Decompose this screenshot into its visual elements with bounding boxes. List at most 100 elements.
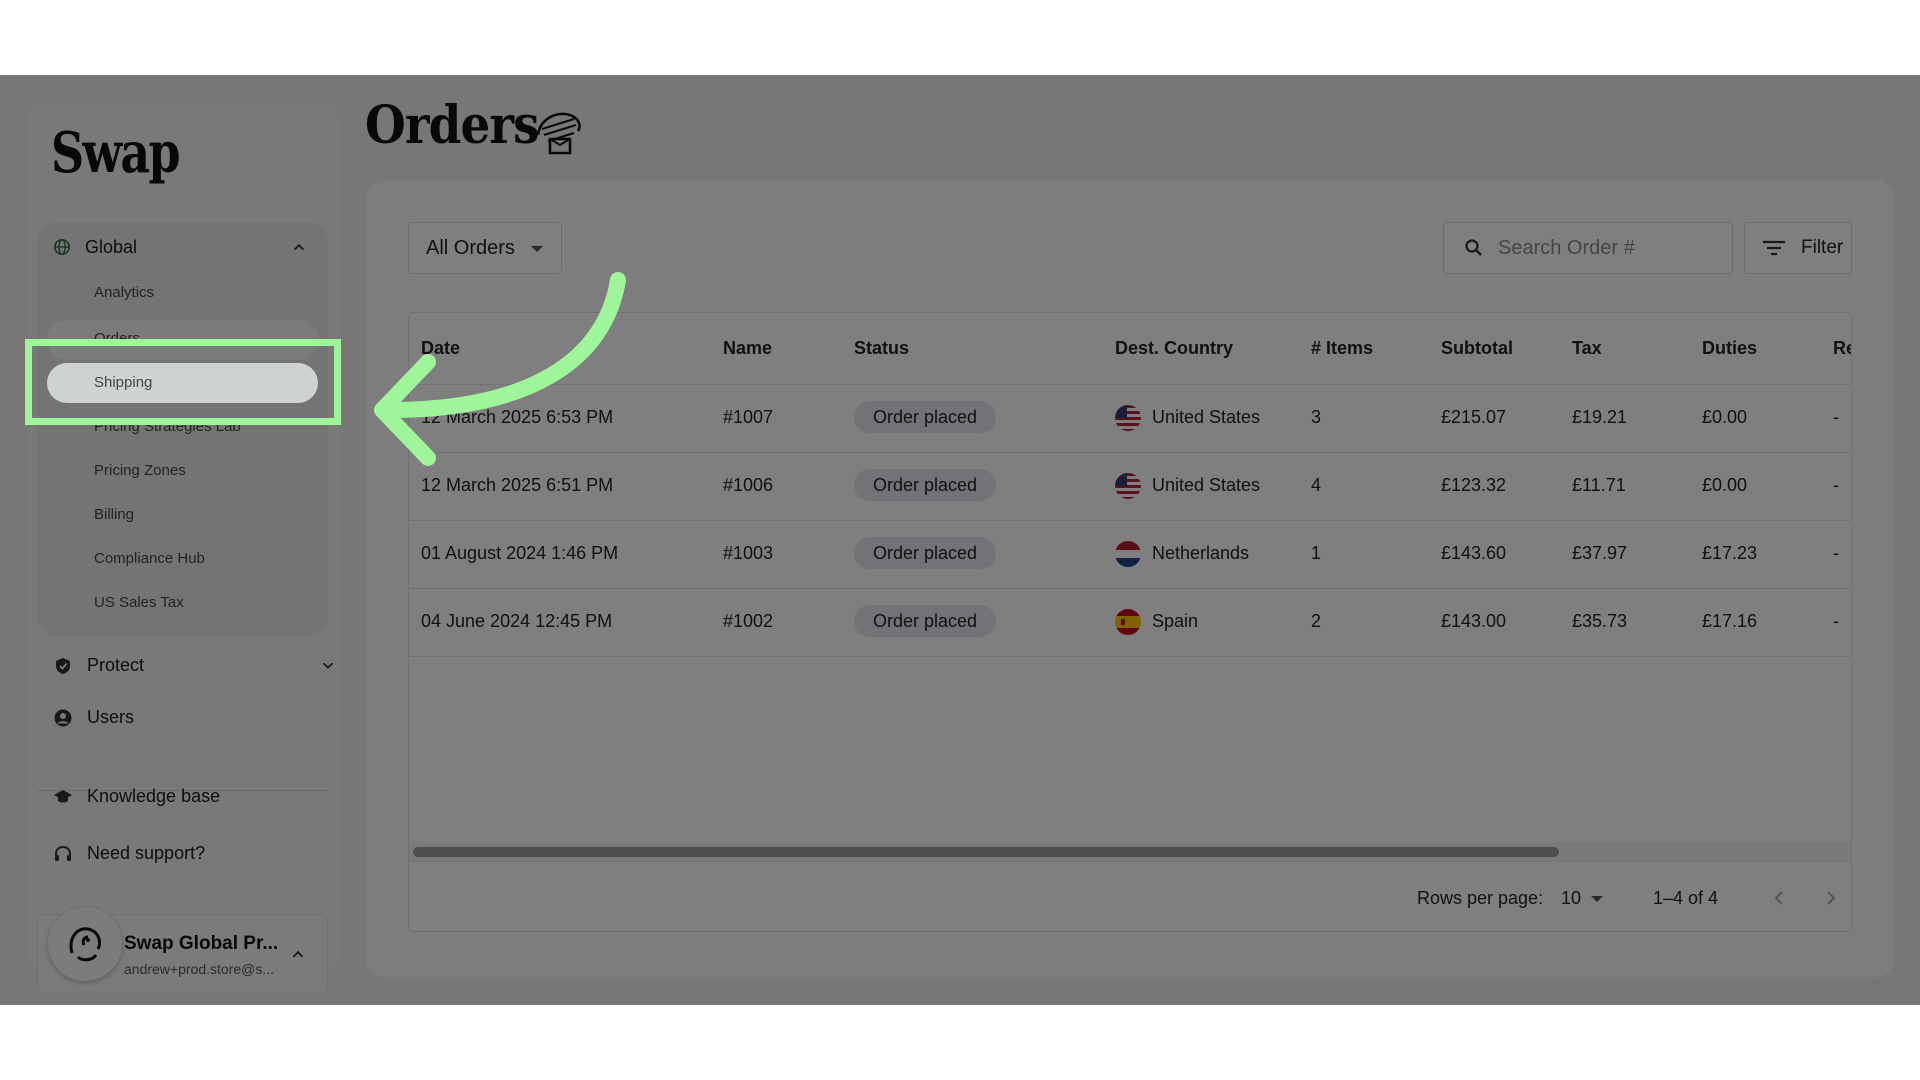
support-label: Need support? xyxy=(87,843,206,863)
order-view-value: All Orders xyxy=(426,236,515,259)
status-badge: Order placed xyxy=(854,537,997,569)
support-link[interactable]: Need support? xyxy=(53,843,205,864)
table-header: Date Name Status Dest. Country # Items S… xyxy=(409,313,1851,385)
globe-icon xyxy=(53,238,71,256)
cell-tax: £37.97 xyxy=(1572,543,1628,563)
swap-logo[interactable]: Swap xyxy=(51,120,181,186)
table-row[interactable]: 12 March 2025 6:51 PM #1006 Order placed… xyxy=(409,453,1851,521)
sidebar-item-compliance-hub[interactable]: Compliance Hub xyxy=(94,550,205,567)
chevron-up-icon xyxy=(292,950,304,958)
column-header-duties[interactable]: Duties xyxy=(1702,338,1757,359)
cell-refund: - xyxy=(1833,475,1839,495)
table-row[interactable]: 01 August 2024 1:46 PM #1003 Order place… xyxy=(409,521,1851,589)
cell-date: 12 March 2025 6:53 PM xyxy=(421,407,614,427)
protect-label: Protect xyxy=(87,655,145,675)
sidebar-item-users[interactable]: Users xyxy=(53,707,134,728)
caret-down-icon[interactable] xyxy=(1591,896,1603,902)
cell-items: 1 xyxy=(1311,543,1322,563)
cell-tax: £11.71 xyxy=(1572,475,1626,495)
user-circle-icon xyxy=(54,709,72,726)
cell-subtotal: £143.60 xyxy=(1441,543,1507,563)
status-badge: Order placed xyxy=(854,401,997,433)
us-flag-icon xyxy=(1115,405,1141,431)
page-title: Orders xyxy=(365,95,539,156)
search-box xyxy=(1443,222,1733,274)
users-label: Users xyxy=(87,707,135,727)
graduation-cap-icon xyxy=(54,789,72,802)
cell-order-name: #1002 xyxy=(723,611,774,631)
cell-date: 12 March 2025 6:51 PM xyxy=(421,475,614,495)
global-toggle[interactable]: Global xyxy=(37,222,328,272)
cell-order-name: #1006 xyxy=(723,475,774,495)
protect-toggle[interactable]: Protect xyxy=(53,655,334,676)
column-header-name[interactable]: Name xyxy=(723,338,772,359)
column-header-refund[interactable]: Re xyxy=(1833,338,1851,359)
sidebar: Swap Global Analytics Orders Pricing Str… xyxy=(27,102,340,994)
page-range: 1–4 of 4 xyxy=(1653,888,1719,908)
search-order-input[interactable] xyxy=(1498,236,1718,260)
chevron-down-icon xyxy=(322,662,334,669)
cell-order-name: #1007 xyxy=(723,407,774,427)
cell-refund: - xyxy=(1833,407,1839,427)
cell-tax: £19.21 xyxy=(1572,407,1628,427)
filter-icon xyxy=(1763,240,1785,256)
column-header-dest-country[interactable]: Dest. Country xyxy=(1115,338,1233,359)
cell-duties: £0.00 xyxy=(1702,475,1748,495)
rows-per-page-label: Rows per page: xyxy=(1417,888,1544,908)
caret-down-icon xyxy=(531,246,543,252)
store-logo-icon xyxy=(69,927,102,962)
status-badge: Order placed xyxy=(854,469,997,501)
table-row[interactable]: 12 March 2025 6:53 PM #1007 Order placed… xyxy=(409,385,1851,453)
rows-per-page-select[interactable]: 10 xyxy=(1561,888,1581,909)
sidebar-item-us-sales-tax[interactable]: US Sales Tax xyxy=(94,594,184,611)
cell-items: 4 xyxy=(1311,475,1322,495)
chevron-up-icon xyxy=(293,243,305,251)
column-header-tax[interactable]: Tax xyxy=(1572,338,1602,359)
chevron-right-icon[interactable] xyxy=(1821,888,1841,908)
column-header-status[interactable]: Status xyxy=(854,338,909,359)
sidebar-item-orders-label: Orders xyxy=(94,330,140,347)
cell-subtotal: £123.32 xyxy=(1441,475,1507,495)
cell-date: 04 June 2024 12:45 PM xyxy=(421,611,613,631)
sidebar-item-pricing-strategies-lab[interactable]: Pricing Strategies Lab xyxy=(94,418,241,435)
cell-subtotal: £143.00 xyxy=(1441,611,1507,631)
spain-flag-icon xyxy=(1115,609,1141,635)
sidebar-item-orders[interactable]: Orders xyxy=(47,320,319,360)
orders-table: Date Name Status Dest. Country # Items S… xyxy=(408,312,1852,932)
sidebar-item-billing[interactable]: Billing xyxy=(94,506,134,523)
status-badge: Order placed xyxy=(854,605,997,637)
letterbox-bottom xyxy=(0,1005,1920,1080)
column-header-date[interactable]: Date xyxy=(421,338,460,359)
cell-country: Spain xyxy=(1152,611,1199,631)
app-screen: Swap Global Analytics Orders Pricing Str… xyxy=(0,75,1920,1005)
column-header-subtotal[interactable]: Subtotal xyxy=(1441,338,1513,359)
cell-refund: - xyxy=(1833,543,1839,563)
cell-duties: £17.23 xyxy=(1702,543,1758,563)
filter-button[interactable]: Filter xyxy=(1744,222,1852,274)
chevron-left-icon[interactable] xyxy=(1769,888,1789,908)
cell-tax: £35.73 xyxy=(1572,611,1628,631)
knowledge-base-link[interactable]: Knowledge base xyxy=(53,786,220,807)
sidebar-item-analytics[interactable]: Analytics xyxy=(94,284,154,301)
search-icon xyxy=(1465,239,1482,256)
knowledge-base-label: Knowledge base xyxy=(87,786,221,806)
orders-card: All Orders Filter Date Name Status Dest.… xyxy=(366,180,1894,977)
netherlands-flag-icon xyxy=(1115,541,1141,567)
table-row[interactable]: 04 June 2024 12:45 PM #1002 Order placed… xyxy=(409,589,1851,657)
order-view-select[interactable]: All Orders xyxy=(408,222,562,274)
us-flag-icon xyxy=(1115,473,1141,499)
account-email: andrew+prod.store@s... xyxy=(124,961,275,977)
account-name: Swap Global Pr... xyxy=(124,933,279,954)
column-header-items[interactable]: # Items xyxy=(1311,338,1373,359)
table-pagination: Rows per page: 10 1–4 of 4 xyxy=(409,861,1851,931)
cell-subtotal: £215.07 xyxy=(1441,407,1507,427)
cell-date: 01 August 2024 1:46 PM xyxy=(421,543,619,563)
cell-order-name: #1003 xyxy=(723,543,774,563)
account-switcher[interactable]: Swap Global Pr... andrew+prod.store@s... xyxy=(37,907,328,994)
sidebar-item-pricing-zones[interactable]: Pricing Zones xyxy=(94,462,186,479)
headset-icon xyxy=(55,845,71,861)
sidebar-item-shipping[interactable]: Shipping xyxy=(47,363,318,403)
cell-country: United States xyxy=(1152,407,1261,427)
filter-label: Filter xyxy=(1801,237,1844,258)
horizontal-scrollbar-thumb[interactable] xyxy=(413,847,1559,857)
